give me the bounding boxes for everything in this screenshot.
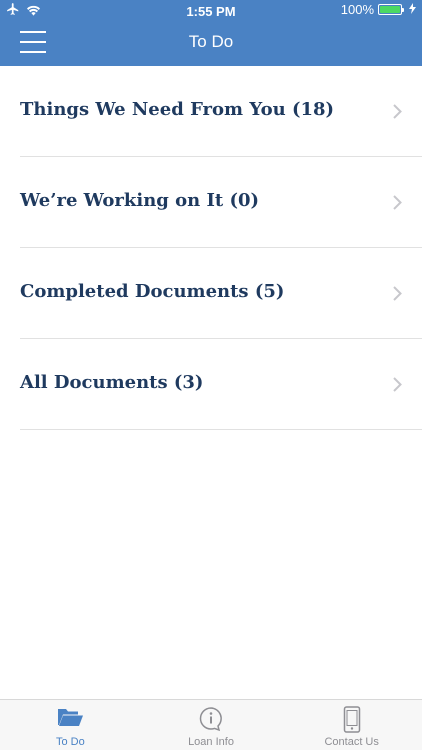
- battery-percent: 100%: [340, 2, 374, 17]
- list-item-things-we-need[interactable]: Things We Need From You (18): [20, 66, 422, 157]
- chevron-right-icon: [393, 377, 402, 397]
- nav-bar: To Do: [0, 22, 422, 66]
- tab-label: Contact Us: [324, 736, 379, 748]
- status-right: 100%: [341, 2, 416, 17]
- list-item-label: We’re Working on It (0): [20, 190, 260, 211]
- folder-open-icon: [56, 706, 84, 733]
- list-item-completed-documents[interactable]: Completed Documents (5): [20, 248, 422, 339]
- charging-icon: [409, 2, 416, 17]
- tab-label: Loan Info: [188, 736, 234, 748]
- status-bar: 1:55 PM 100%: [0, 0, 422, 22]
- tab-loan-info[interactable]: Loan Info: [141, 700, 282, 750]
- list-item-label: Things We Need From You (18): [20, 99, 335, 120]
- phone-icon: [343, 706, 361, 738]
- list-item-all-documents[interactable]: All Documents (3): [20, 339, 422, 430]
- header: 1:55 PM 100% To Do: [0, 0, 422, 66]
- list-item-label: All Documents (3): [20, 372, 204, 393]
- chevron-right-icon: [393, 195, 402, 215]
- battery-fill: [380, 6, 400, 13]
- tab-label: To Do: [55, 736, 85, 748]
- battery-icon: [378, 4, 404, 15]
- tab-to-do[interactable]: To Do: [0, 700, 141, 750]
- todo-list: Things We Need From You (18) We’re Worki…: [20, 66, 422, 430]
- tab-bar: To Do Loan Info Contact Us: [0, 699, 422, 750]
- chevron-right-icon: [393, 104, 402, 124]
- list-item-working-on-it[interactable]: We’re Working on It (0): [20, 157, 422, 248]
- page-title: To Do: [188, 32, 234, 51]
- list-item-label: Completed Documents (5): [20, 281, 285, 302]
- app-screen: 1:55 PM 100% To Do Things We Need From Y…: [0, 0, 422, 750]
- tab-contact-us[interactable]: Contact Us: [281, 700, 422, 750]
- info-bubble-icon: [198, 706, 224, 737]
- chevron-right-icon: [393, 286, 402, 306]
